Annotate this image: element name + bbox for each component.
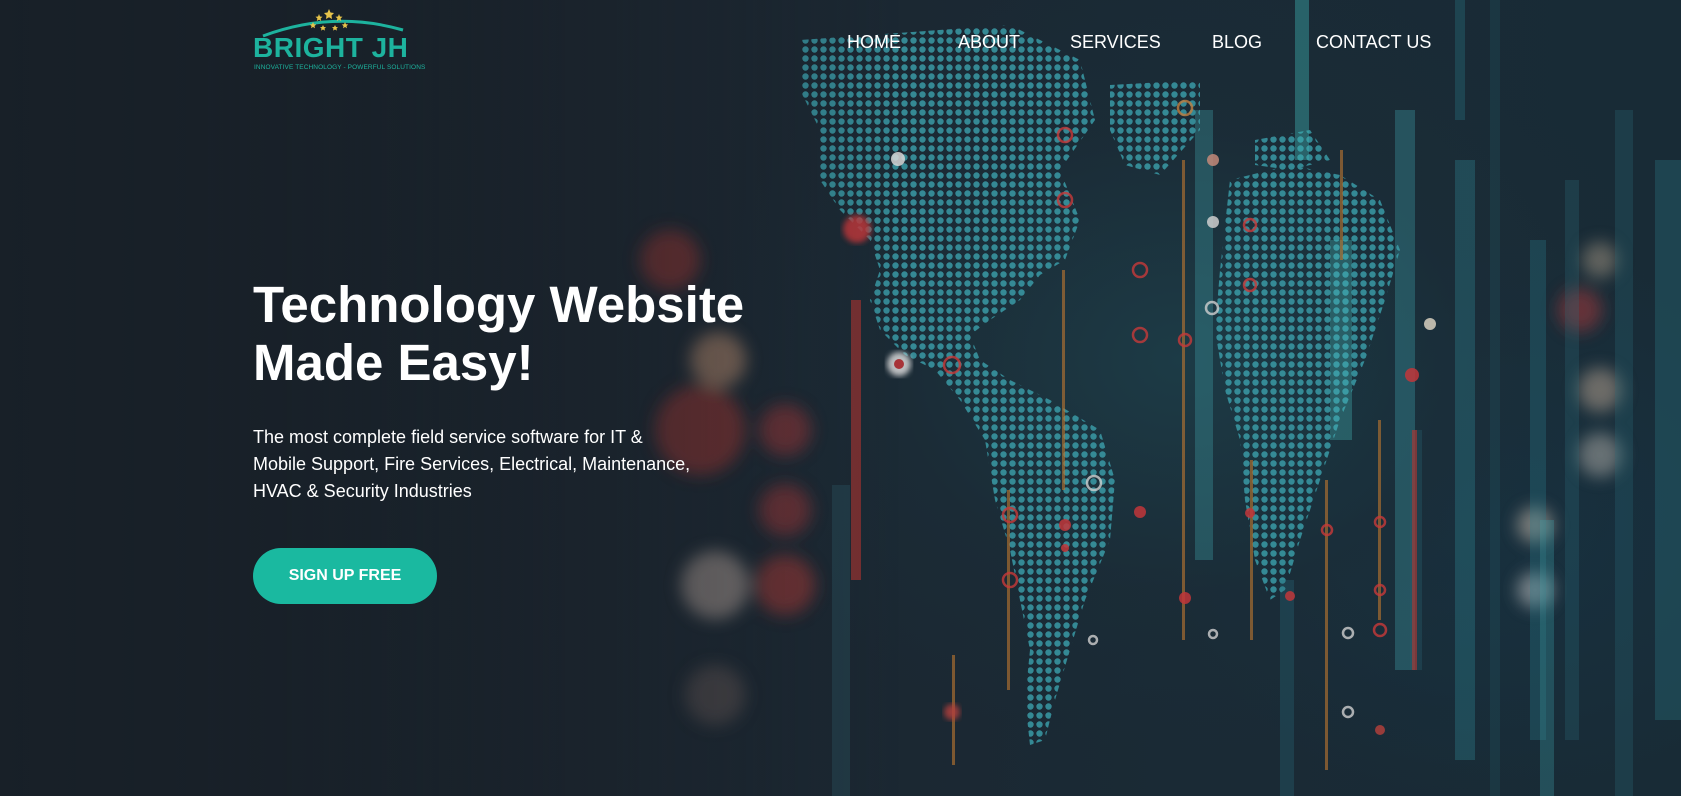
hero-description: The most complete field service software… (253, 427, 691, 501)
logo-tagline: INNOVATIVE TECHNOLOGY - POWERFUL SOLUTIO… (254, 64, 426, 71)
hero-section: BRIGHT JH INNOVATIVE TECHNOLOGY - POWERF… (0, 0, 1681, 796)
nav-item-contact-us[interactable]: CONTACT US (1316, 30, 1431, 54)
nav-item-home[interactable]: HOME (847, 30, 901, 54)
text-contrast-overlay (0, 0, 900, 796)
nav-item-about[interactable]: ABOUT (958, 30, 1020, 54)
hero-headline: Technology Website Made Easy! (253, 276, 813, 392)
headline-line-1: Technology Website (253, 276, 745, 333)
main-nav: HOME ABOUT SERVICES BLOG CONTACT US (0, 30, 1681, 54)
nav-item-blog[interactable]: BLOG (1212, 30, 1262, 54)
headline-line-2: Made Easy! (253, 334, 534, 391)
nav-item-services[interactable]: SERVICES (1070, 30, 1161, 54)
sign-up-free-button[interactable]: SIGN UP FREE (253, 548, 437, 604)
